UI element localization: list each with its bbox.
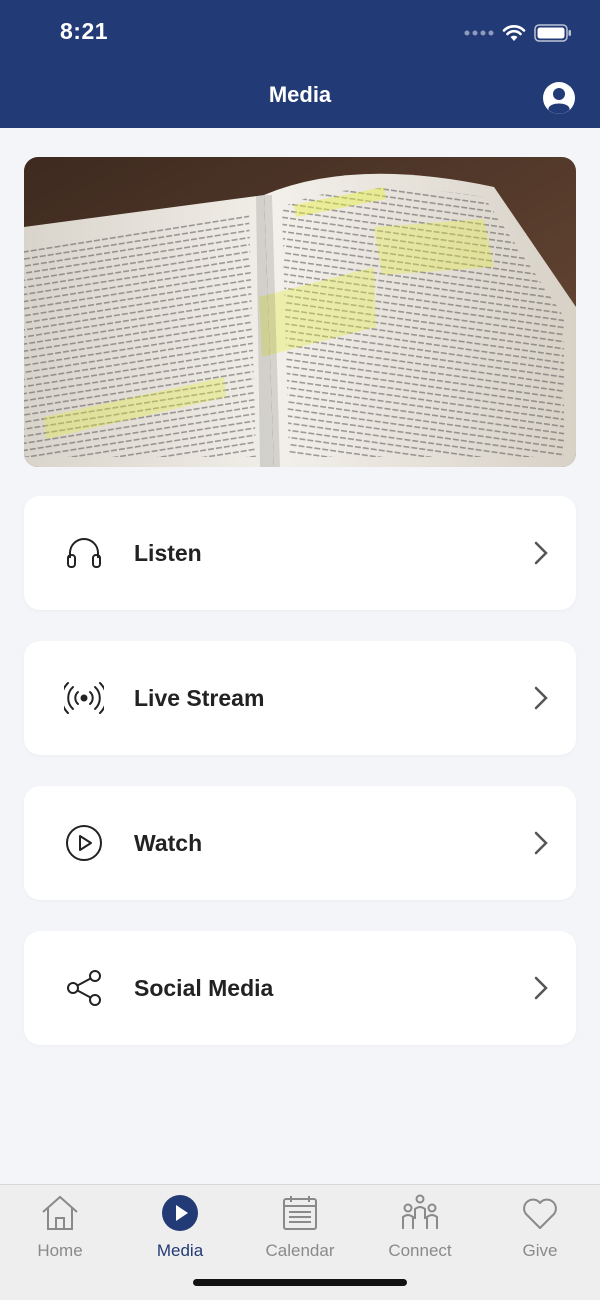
chevron-right-icon [534,831,548,855]
chevron-right-icon [534,541,548,565]
social-media-row[interactable]: Social Media [24,931,576,1045]
chevron-right-icon [534,686,548,710]
tab-connect[interactable]: Connect [360,1193,480,1261]
play-circle-icon [64,825,104,861]
play-icon [120,1193,240,1233]
listen-row[interactable]: Listen [24,496,576,610]
tab-media[interactable]: Media [120,1193,240,1261]
status-time: 8:21 [60,18,109,44]
tab-connect-label: Connect [388,1241,452,1260]
calendar-icon [240,1193,360,1233]
listen-label: Listen [134,540,202,566]
tab-home[interactable]: Home [0,1193,120,1261]
share-icon [64,970,104,1006]
social-media-label: Social Media [134,975,274,1001]
watch-row[interactable]: Watch [24,786,576,900]
home-icon [0,1193,120,1233]
tab-give[interactable]: Give [480,1193,600,1261]
headphones-icon [64,535,104,571]
broadcast-icon [64,680,104,716]
profile-icon[interactable] [542,81,576,115]
chevron-right-icon [534,976,548,1000]
tab-give-label: Give [522,1241,558,1260]
tab-calendar-label: Calendar [265,1241,335,1260]
live-stream-row[interactable]: Live Stream [24,641,576,755]
tab-media-label: Media [156,1241,204,1260]
signal-icon [464,30,494,36]
status-icons [464,22,572,44]
hero-image-open-bible [24,157,576,467]
page-title: Media [268,82,332,107]
live-stream-label: Live Stream [134,685,265,711]
home-indicator [193,1279,407,1286]
app-header: 8:21 Media [0,0,600,128]
watch-label: Watch [134,830,203,856]
tab-home-label: Home [37,1241,83,1260]
heart-icon [480,1193,600,1233]
battery-icon [534,24,571,42]
people-icon [360,1193,480,1233]
tab-calendar[interactable]: Calendar [240,1193,360,1261]
wifi-icon [502,25,526,41]
